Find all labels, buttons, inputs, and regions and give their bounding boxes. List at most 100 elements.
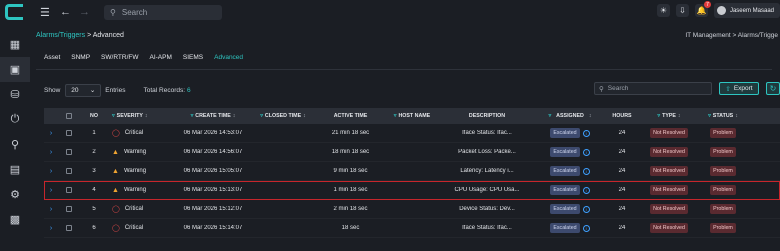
sort-icon[interactable]: ↕	[145, 113, 148, 119]
filter-icon[interactable]: ▿	[260, 113, 263, 119]
sort-icon[interactable]: ↕	[735, 113, 738, 119]
severity-label: Warning	[123, 187, 147, 193]
cell-active-time: 9 min 18 sec	[333, 168, 368, 174]
type-badge: Not Resolved	[650, 204, 688, 214]
filter-icon[interactable]: ▿	[549, 113, 552, 119]
row-checkbox[interactable]	[66, 168, 72, 174]
sidebar-item-database[interactable]: ⛁	[0, 82, 30, 107]
severity-label: Warning	[123, 168, 147, 174]
header-assigned-label: ASSIGNED	[556, 113, 584, 119]
expand-row-icon[interactable]: ›	[44, 168, 58, 175]
row-select[interactable]	[58, 187, 80, 193]
cell-status: Problem	[696, 147, 750, 157]
table-row[interactable]: › 5 ◯ Critical 06 Mar 2026 15:12:07 2 min 18 …	[44, 200, 780, 219]
table-header: NO ▿ SEVERITY ↕ ▿ CREATE TIME ↕ ▿ CLOSED TIME…	[44, 108, 780, 124]
header-create-time[interactable]: ▿ CREATE TIME ↕	[173, 113, 253, 119]
refresh-button[interactable]: ↻	[766, 82, 780, 95]
expand-row-icon[interactable]: ›	[44, 225, 58, 232]
assigned-badge: Escalated	[550, 204, 580, 214]
tab-advanced[interactable]: Advanced	[214, 54, 243, 64]
sidebar-item-alarms[interactable]: ▣	[0, 57, 30, 82]
header-severity[interactable]: ▿ SEVERITY ↕	[108, 113, 173, 119]
header-status-label: STATUS	[712, 113, 734, 119]
sort-icon[interactable]: ↕	[589, 113, 592, 119]
warning-icon: ▲	[112, 148, 119, 156]
tab-sw-rtr-fw[interactable]: SW/RTR/FW	[101, 54, 138, 64]
row-checkbox[interactable]	[66, 149, 72, 155]
row-checkbox[interactable]	[66, 187, 72, 193]
select-all-checkbox[interactable]	[66, 113, 72, 119]
table-search-input[interactable]: ⚲ Search	[594, 82, 712, 95]
user-menu[interactable]: Jaseem Masaad	[713, 3, 780, 18]
expand-row-icon[interactable]: ›	[44, 130, 58, 137]
tab-snmp[interactable]: SNMP	[71, 54, 90, 64]
sort-icon[interactable]: ↕	[303, 113, 306, 119]
filter-icon[interactable]: ▿	[394, 113, 397, 119]
tab-asset[interactable]: Asset	[44, 54, 60, 64]
filter-icon[interactable]: ▿	[657, 113, 660, 119]
expand-row-icon[interactable]: ›	[44, 149, 58, 156]
row-select[interactable]	[58, 130, 80, 136]
row-select[interactable]	[58, 206, 80, 212]
notification-bell-icon[interactable]: 🔔 7	[694, 1, 711, 17]
cell-severity: ▲ Warning	[108, 149, 173, 156]
table-row[interactable]: › 1 ◯ Critical 06 Mar 2026 14:53:07 21 min 18…	[44, 124, 780, 143]
cell-type: Not Resolved	[642, 166, 696, 176]
status-badge: Problem	[710, 166, 736, 176]
info-icon[interactable]: i	[582, 129, 590, 137]
download-icon[interactable]: ⇩	[675, 4, 689, 17]
row-checkbox[interactable]	[66, 130, 72, 136]
table-row[interactable]: › 3 ▲ Warning 06 Mar 2026 15:05:07 9 min 18 s…	[44, 162, 780, 181]
info-icon[interactable]: i	[582, 205, 590, 213]
filter-icon[interactable]: ▿	[112, 113, 115, 119]
sidebar-item-dashboard[interactable]: ▦	[0, 32, 30, 57]
cell-create-time: 06 Mar 2026 15:13:07	[183, 187, 243, 193]
header-closed-time[interactable]: ▿ CLOSED TIME ↕	[253, 113, 313, 119]
header-status[interactable]: ▿ STATUS ↕	[696, 113, 750, 119]
header-host-name-label: HOST NAME	[398, 113, 431, 119]
expand-row-icon[interactable]: ›	[44, 187, 58, 194]
row-select[interactable]	[58, 168, 80, 174]
sort-icon[interactable]: ↕	[678, 113, 681, 119]
header-select-all[interactable]	[58, 113, 80, 119]
header-host-name[interactable]: ▿ HOST NAME	[388, 113, 436, 119]
sidebar-item-reports[interactable]: ▤	[0, 157, 30, 182]
monitor-alarm-icon: ▣	[9, 64, 21, 76]
global-search-input[interactable]: ⚲ Search	[104, 4, 222, 20]
sidebar-item-search[interactable]: ⚲	[0, 132, 30, 157]
header-type[interactable]: ▿ TYPE ↕	[642, 113, 696, 119]
app-logo[interactable]	[0, 0, 28, 24]
row-select[interactable]	[58, 225, 80, 231]
row-checkbox[interactable]	[66, 206, 72, 212]
sort-icon[interactable]: ↕	[233, 113, 236, 119]
menu-icon[interactable]: ☰	[40, 6, 50, 19]
breadcrumb-link-alarms[interactable]: Alarms/Triggers	[36, 32, 85, 39]
page-size-select[interactable]: 20 ⌄	[65, 83, 102, 97]
info-icon[interactable]: i	[582, 186, 590, 194]
header-assigned[interactable]: ▿ ASSIGNED ↕	[538, 113, 602, 119]
row-select[interactable]	[58, 149, 80, 155]
info-icon[interactable]: i	[582, 167, 590, 175]
tab-siems[interactable]: SIEMS	[183, 54, 203, 64]
cell-create-time: 06 Mar 2026 14:56:07	[183, 149, 243, 155]
app-window: ☰ ← → ⚲ Search ☀ ⇩ 🔔 7 Jaseem Masaad ▦ ▣…	[0, 0, 780, 251]
cell-create-time: 06 Mar 2026 15:12:07	[183, 206, 243, 212]
sidebar-item-settings[interactable]: ⚙	[0, 182, 30, 207]
export-button[interactable]: ⇧ Export	[719, 82, 759, 95]
expand-row-icon[interactable]: ›	[44, 206, 58, 213]
tab-ai-apm[interactable]: AI-APM	[149, 54, 171, 64]
row-checkbox[interactable]	[66, 225, 72, 231]
table-row[interactable]: › 6 ◯ Critical 06 Mar 2026 15:14:07 18 sec Ifa…	[44, 219, 780, 238]
forward-arrow-icon[interactable]: →	[79, 6, 90, 18]
filter-icon[interactable]: ▿	[191, 113, 194, 119]
sidebar-item-tools[interactable]: ⏻	[0, 107, 30, 132]
info-icon[interactable]: i	[582, 148, 590, 156]
back-arrow-icon[interactable]: ←	[60, 6, 71, 18]
table-row[interactable]: › 2 ▲ Warning 06 Mar 2026 14:56:07 18 min 18 …	[44, 143, 780, 162]
info-icon[interactable]: i	[582, 224, 590, 232]
table-row[interactable]: › 4 ▲ Warning 06 Mar 2026 15:13:07 1 min 18 s…	[44, 181, 780, 200]
theme-toggle-icon[interactable]: ☀	[656, 4, 670, 17]
sidebar-item-devices[interactable]: ▩	[0, 207, 30, 232]
filter-icon[interactable]: ▿	[708, 113, 711, 119]
cell-no: 5	[92, 206, 96, 212]
